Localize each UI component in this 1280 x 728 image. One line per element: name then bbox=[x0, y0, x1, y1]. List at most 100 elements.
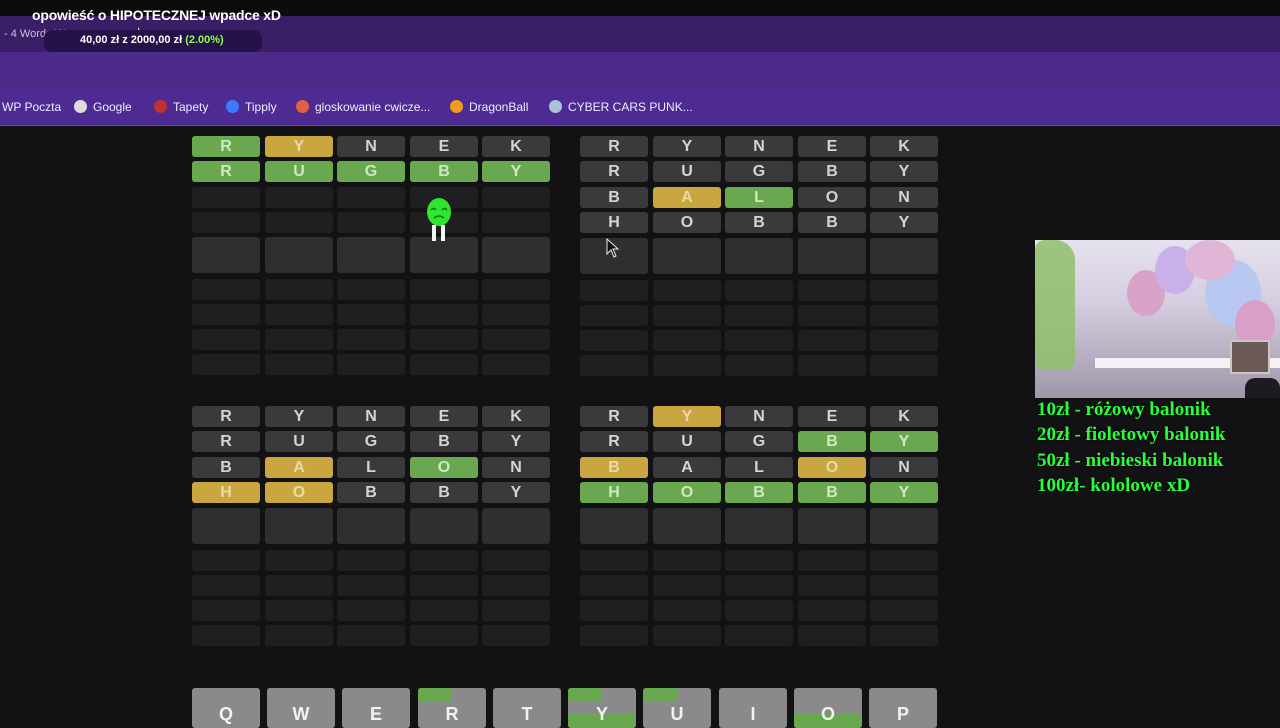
address-bar[interactable] bbox=[0, 52, 1280, 89]
empty-tile bbox=[410, 550, 478, 571]
key-label: I bbox=[750, 704, 756, 724]
letter-tile: R bbox=[192, 161, 260, 182]
bookmark-google[interactable]: Google bbox=[74, 100, 132, 114]
empty-tile bbox=[337, 329, 405, 350]
letter-tile: U bbox=[265, 161, 333, 182]
letter-tile: B bbox=[192, 457, 260, 478]
empty-tile bbox=[337, 187, 405, 208]
bookmark-label: WP Poczta bbox=[2, 100, 62, 114]
empty-tile bbox=[725, 600, 793, 621]
key-q[interactable]: Q bbox=[192, 688, 260, 728]
empty-tile bbox=[192, 550, 260, 571]
letter-tile: B bbox=[580, 187, 648, 208]
bookmark-label: Google bbox=[93, 100, 132, 114]
empty-tile bbox=[482, 354, 550, 375]
current-input-tile bbox=[482, 508, 550, 544]
empty-tile bbox=[725, 280, 793, 301]
letter-tile: L bbox=[725, 457, 793, 478]
empty-tile bbox=[192, 304, 260, 325]
empty-tile bbox=[410, 304, 478, 325]
cybercars-icon bbox=[549, 100, 562, 113]
empty-tile bbox=[580, 305, 648, 326]
letter-tile: Y bbox=[870, 212, 938, 233]
letter-tile: O bbox=[265, 482, 333, 503]
key-t[interactable]: T bbox=[493, 688, 561, 728]
key-r[interactable]: R bbox=[418, 688, 486, 728]
empty-tile bbox=[653, 625, 721, 646]
letter-tile: B bbox=[798, 212, 866, 233]
key-y[interactable]: Y bbox=[568, 688, 636, 728]
key-label: U bbox=[670, 704, 684, 724]
key-status-mark bbox=[418, 688, 452, 702]
letter-tile: K bbox=[482, 406, 550, 427]
key-label: Q bbox=[218, 704, 233, 724]
empty-tile bbox=[870, 355, 938, 376]
current-input-tile bbox=[725, 238, 793, 274]
bookmark-gloskowanie-cwicze[interactable]: gloskowanie cwicze... bbox=[296, 100, 430, 114]
letter-tile: H bbox=[580, 482, 648, 503]
letter-tile: N bbox=[725, 406, 793, 427]
letter-tile: B bbox=[337, 482, 405, 503]
letter-tile: R bbox=[192, 406, 260, 427]
empty-tile bbox=[410, 575, 478, 596]
key-w[interactable]: W bbox=[267, 688, 335, 728]
key-i[interactable]: I bbox=[719, 688, 787, 728]
empty-tile bbox=[798, 625, 866, 646]
letter-tile: N bbox=[482, 457, 550, 478]
key-p[interactable]: P bbox=[869, 688, 937, 728]
donation-separator: z bbox=[122, 34, 128, 46]
letter-tile: B bbox=[798, 161, 866, 182]
letter-tile: L bbox=[337, 457, 405, 478]
empty-tile bbox=[265, 354, 333, 375]
key-u[interactable]: U bbox=[643, 688, 711, 728]
empty-tile bbox=[410, 625, 478, 646]
letter-tile: Y bbox=[653, 136, 721, 157]
empty-tile bbox=[870, 575, 938, 596]
bookmark-tapety[interactable]: Tapety bbox=[154, 100, 208, 114]
donation-goal-bar: 40,00 zł z 2000,00 zł (2.00%) bbox=[44, 30, 262, 52]
empty-tile bbox=[265, 600, 333, 621]
letter-tile: O bbox=[653, 212, 721, 233]
empty-tile bbox=[482, 329, 550, 350]
letter-tile: G bbox=[725, 161, 793, 182]
letter-tile: Y bbox=[653, 406, 721, 427]
empty-tile bbox=[798, 280, 866, 301]
current-input-tile bbox=[410, 508, 478, 544]
letter-tile: B bbox=[410, 431, 478, 452]
photo-frame bbox=[1230, 340, 1270, 374]
empty-tile bbox=[870, 550, 938, 571]
key-label: E bbox=[369, 704, 382, 724]
letter-tile: B bbox=[410, 482, 478, 503]
bookmark-cyber-cars-punk[interactable]: CYBER CARS PUNK... bbox=[549, 100, 693, 114]
letter-tile: H bbox=[580, 212, 648, 233]
key-e[interactable]: E bbox=[342, 688, 410, 728]
empty-tile bbox=[580, 600, 648, 621]
empty-tile bbox=[653, 550, 721, 571]
current-input-tile bbox=[337, 508, 405, 544]
dragonball-icon bbox=[450, 100, 463, 113]
stream-title: opowieść o HIPOTECZNEJ wpadce xD bbox=[32, 7, 281, 23]
letter-tile: A bbox=[265, 457, 333, 478]
green-dinosaur-balloon bbox=[1035, 240, 1075, 370]
bookmark-tipply[interactable]: Tipply bbox=[226, 100, 277, 114]
key-label: Y bbox=[595, 704, 608, 724]
key-o[interactable]: O bbox=[794, 688, 862, 728]
letter-tile: B bbox=[725, 482, 793, 503]
bookmark-wp-poczta[interactable]: WP Poczta bbox=[2, 100, 61, 114]
current-input-tile bbox=[725, 508, 793, 544]
empty-tile bbox=[265, 304, 333, 325]
balloon-price-line: 100zł- kololowe xD bbox=[1037, 475, 1191, 496]
letter-tile: H bbox=[192, 482, 260, 503]
empty-tile bbox=[337, 550, 405, 571]
current-input-tile bbox=[337, 237, 405, 273]
tapety-icon bbox=[154, 100, 167, 113]
empty-tile bbox=[798, 575, 866, 596]
empty-tile bbox=[482, 550, 550, 571]
balloon-price-line: 20zł - fioletowy balonik bbox=[1037, 424, 1226, 445]
empty-tile bbox=[653, 330, 721, 351]
pink-balloon-icon bbox=[1185, 240, 1235, 280]
empty-tile bbox=[725, 355, 793, 376]
bookmark-label: DragonBall bbox=[469, 100, 529, 114]
key-status-mark bbox=[643, 688, 677, 702]
bookmark-dragonball[interactable]: DragonBall bbox=[450, 100, 528, 114]
